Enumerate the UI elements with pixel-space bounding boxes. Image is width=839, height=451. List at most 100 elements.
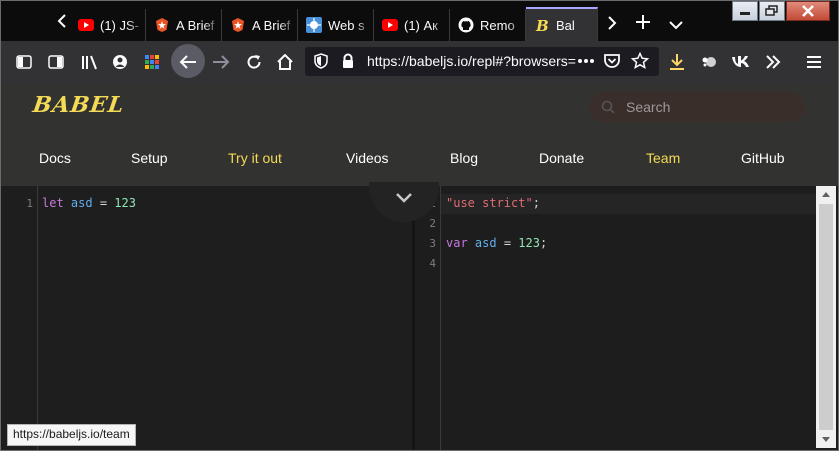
list-all-tabs-button[interactable] [663,11,689,37]
code-line: var asd = 123; [446,236,547,250]
close-icon [802,5,814,17]
reload-icon [247,55,261,69]
code-line: "use strict"; [446,196,540,210]
downloads-button[interactable] [664,49,690,75]
search-placeholder: Search [626,99,671,115]
code-token: ; [539,236,548,250]
link-status-tooltip: https://babeljs.io/team [7,424,136,446]
scroll-up-button[interactable] [816,186,836,203]
scroll-up-arrow-icon [822,192,830,197]
scroll-tabs-right-button[interactable] [599,11,625,37]
app-menu-button[interactable] [801,49,827,75]
vk-icon [732,56,749,67]
url-text[interactable]: https://babeljs.io/repl#?browsers= [367,53,577,69]
home-icon [277,54,293,70]
close-window-button[interactable] [786,1,830,21]
nav-link[interactable]: Team [646,150,680,166]
scroll-down-arrow-icon [822,437,830,442]
back-arrow [175,49,201,75]
repl-editors: 1let asd = 123 1234"use strict";var asd … [1,182,838,450]
scrollbar-thumb[interactable] [819,204,833,430]
tab-fade [279,9,297,41]
plus-icon [636,15,650,29]
pocket-button[interactable] [603,52,621,70]
code-token: = [92,196,115,210]
bookmark-star-button[interactable] [630,51,650,70]
minimize-button[interactable] [732,1,758,21]
code-line: let asd = 123 [42,196,136,210]
reader-view-button[interactable] [43,49,69,75]
chevron-down-icon [669,21,683,30]
library-button[interactable] [77,49,103,75]
sidebar-toggle-button[interactable] [11,49,37,75]
overflow-menu-button[interactable] [760,49,786,75]
tab-label: Bal [556,17,575,33]
lock-icon[interactable] [340,53,356,69]
nav-link[interactable]: Videos [346,150,389,166]
new-tab-button[interactable] [630,11,656,37]
tab-strip: (1) JS- A Brief A Brief Web s (1) Ак Remo B Bal [1,1,838,41]
home-button[interactable] [272,49,298,75]
nav-link[interactable]: GitHub [741,150,785,166]
minimize-icon [740,12,750,15]
chevron-right-icon [608,16,617,30]
more-dots-icon [578,59,594,63]
tab[interactable]: Remo [450,9,526,41]
code-token: asd [474,236,497,250]
reload-button[interactable] [241,49,267,75]
nav-link[interactable]: Docs [39,150,71,166]
double-chevron-right-icon [766,55,781,69]
input-editor[interactable]: 1 let asd = 123 [1,186,412,450]
expand-settings-chevron-down-icon[interactable] [394,190,414,206]
restore-icon [765,5,778,16]
code-token: var [446,236,468,250]
tab[interactable]: Web s [298,9,374,41]
youtube-icon [78,17,94,33]
apps-grid-icon [145,55,159,69]
forward-button[interactable] [208,49,234,75]
vk-extension-button[interactable] [728,49,754,75]
code-token: 123 [114,196,136,210]
code-token: "use strict" [446,196,533,210]
extension-button[interactable] [696,49,722,75]
code-token: let [42,196,64,210]
youtube-icon [382,17,398,33]
auth0-icon [230,17,246,33]
site-header: BABEL Search Docs Setup Try it out Videos Bl… [1,82,838,186]
page-actions-button[interactable] [576,53,596,69]
auth0-icon [154,17,170,33]
account-button[interactable] [107,49,133,75]
nav-link[interactable]: Blog [450,150,478,166]
library-icon [82,55,97,70]
babel-icon: B [534,17,550,33]
code-token: asd [70,196,93,210]
tab[interactable]: (1) JS- [70,9,146,41]
search-box[interactable]: Search [589,92,805,122]
tab[interactable]: A Brief [222,9,298,41]
nav-link[interactable]: Donate [539,150,584,166]
code-token: = [496,236,519,250]
star-icon [630,51,650,70]
code-token: 123 [518,236,540,250]
tracking-protection-shield-icon[interactable] [313,53,329,69]
scroll-down-button[interactable] [816,431,836,448]
input-gutter [1,186,38,450]
nav-link[interactable]: Setup [131,150,168,166]
tab[interactable]: (1) Ак [374,9,450,41]
extensions-button[interactable] [139,49,165,75]
svg-text:B: B [535,17,549,33]
page-scrollbar[interactable] [816,186,836,448]
web-page: BABEL Search Docs Setup Try it out Videos Bl… [1,82,838,450]
address-bar[interactable]: https://babeljs.io/repl#?browsers= [305,47,659,76]
navigation-toolbar: https://babeljs.io/repl#?browsers= [1,41,838,82]
arrow-left-icon [179,55,196,69]
code-token: ; [532,196,540,210]
nav-link[interactable]: Try it out [228,150,282,166]
maximize-button[interactable] [759,1,785,21]
tab[interactable]: A Brief [146,9,222,41]
tab[interactable]: B Bal [526,7,598,41]
babel-logo[interactable]: BABEL [31,92,126,118]
output-editor[interactable]: 1234"use strict";var asd = 123; [412,186,838,450]
line-number: 3 [429,237,436,250]
